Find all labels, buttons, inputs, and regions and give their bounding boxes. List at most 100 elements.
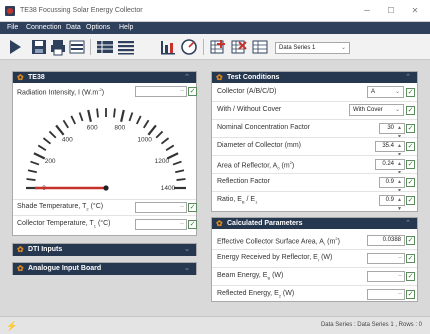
spinner-icon[interactable]: ▲▼	[396, 196, 403, 214]
chart-icon[interactable]	[159, 38, 177, 56]
collector-checkbox[interactable]: ✓	[406, 88, 415, 97]
table-view-icon[interactable]	[96, 38, 114, 56]
menu-connection[interactable]: Connection	[26, 24, 61, 31]
delete-column-icon[interactable]	[230, 38, 248, 56]
collector-diameter-field[interactable]: 35.4▲▼	[375, 141, 405, 158]
title-bar: TE38 Focussing Solar Energy Collector – …	[0, 0, 430, 22]
close-button[interactable]: ✕	[404, 3, 426, 18]
menu-file[interactable]: File	[7, 24, 18, 31]
energy-received-checkbox[interactable]: ✓	[406, 254, 415, 263]
effective-area-checkbox[interactable]: ✓	[406, 236, 415, 245]
calculated-parameters-title: Calculated Parameters	[227, 220, 303, 227]
ratio-checkbox[interactable]: ✓	[406, 196, 415, 205]
concentration-factor-field[interactable]: 30▲▼	[379, 123, 405, 140]
reflection-factor-label: Reflection Factor	[217, 178, 270, 185]
shade-temperature-label: Shade Temperature, T2 (°C)	[17, 203, 104, 212]
gauge-pivot	[103, 185, 109, 191]
import-icon[interactable]	[68, 38, 86, 56]
reflection-factor-checkbox[interactable]: ✓	[406, 178, 415, 187]
gauge-tick	[143, 119, 150, 129]
gauge-tick	[30, 160, 40, 166]
collector-diameter-checkbox[interactable]: ✓	[406, 142, 415, 151]
beam-energy-label: Beam Energy, EB (W)	[217, 272, 284, 281]
reflector-area-field[interactable]: 0.24▲▼	[375, 159, 405, 176]
gauge-tick	[26, 178, 36, 181]
gauge-tick	[78, 112, 84, 122]
menu-options[interactable]: Options	[86, 24, 110, 31]
collapse-icon[interactable]: ⌃	[405, 219, 411, 227]
shade-temperature-field: --	[135, 202, 187, 213]
toolbar-separator	[203, 39, 204, 55]
collector-temperature-checkbox[interactable]: ✓	[188, 220, 197, 229]
collapse-icon[interactable]: ⌃	[184, 73, 190, 81]
row-divider	[212, 191, 417, 192]
gauge-tick	[160, 137, 170, 145]
gear-icon: ✿	[216, 73, 223, 82]
analogue-input-title: Analogue Input Board	[28, 265, 102, 272]
gear-icon: ✿	[17, 264, 24, 273]
row-divider	[212, 137, 417, 138]
data-series-icon[interactable]	[251, 38, 269, 56]
maximize-button[interactable]: ☐	[380, 3, 402, 18]
reflected-energy-label: Reflected Energy, E2 (W)	[217, 290, 295, 299]
ratio-label: Ratio, EB / E1	[217, 196, 258, 205]
menu-help[interactable]: Help	[119, 24, 133, 31]
print-icon[interactable]	[49, 38, 67, 56]
radiation-intensity-checkbox[interactable]: ✓	[188, 87, 197, 96]
shade-temperature-checkbox[interactable]: ✓	[188, 203, 197, 212]
reflected-energy-checkbox[interactable]: ✓	[406, 290, 415, 299]
gauge-tick	[113, 108, 116, 118]
row-divider	[13, 199, 196, 200]
dti-inputs-title: DTI Inputs	[28, 246, 63, 253]
cover-label: With / Without Cover	[217, 106, 282, 113]
collector-temperature-field: --	[135, 219, 187, 230]
data-series-select[interactable]: Data Series 1 ⌄	[275, 42, 350, 54]
add-column-icon[interactable]	[209, 38, 227, 56]
reflection-factor-field[interactable]: 0.9▲▼	[379, 177, 405, 194]
gauge-icon[interactable]	[180, 38, 198, 56]
chevron-down-icon: ⌄	[394, 89, 400, 95]
te38-panel-header[interactable]: ✿ TE38 ⌃	[13, 72, 196, 83]
gauge-tick-label: 600	[87, 125, 98, 132]
dti-inputs-panel[interactable]: ✿ DTI Inputs ⌄	[12, 243, 197, 256]
chevron-down-icon: ⌄	[394, 107, 400, 113]
te38-panel-title: TE38	[28, 74, 45, 81]
beam-energy-field: --	[367, 271, 405, 282]
reflected-energy-field: --	[367, 289, 405, 300]
minimize-button[interactable]: –	[356, 3, 378, 18]
analogue-input-panel[interactable]: ✿ Analogue Input Board ⌄	[12, 262, 197, 275]
gauge-tick	[27, 169, 37, 174]
gauge-tick-label: 1000	[137, 137, 152, 144]
collector-diameter-label: Diameter of Collector (mm)	[217, 142, 302, 149]
gauge-tick	[87, 109, 92, 122]
row-divider	[212, 155, 417, 156]
gear-icon: ✿	[216, 219, 223, 228]
toolbar: Data Series 1 ⌄	[0, 34, 430, 60]
row-divider	[13, 215, 196, 216]
cover-checkbox[interactable]: ✓	[406, 106, 415, 115]
collector-select[interactable]: A ⌄	[367, 86, 404, 98]
list-view-icon[interactable]	[117, 38, 135, 56]
gauge-tick	[155, 130, 164, 139]
calculated-parameters-header[interactable]: ✿ Calculated Parameters ⌃	[212, 218, 417, 229]
expand-icon[interactable]: ⌄	[184, 245, 190, 253]
spinner-icon[interactable]: ▲▼	[396, 178, 403, 196]
ratio-field[interactable]: 0.9 ▲ ▼	[379, 195, 405, 212]
gauge-tick	[120, 109, 125, 122]
save-icon[interactable]	[30, 38, 48, 56]
analogue-input-header[interactable]: ✿ Analogue Input Board ⌄	[13, 263, 196, 275]
cover-select[interactable]: With Cover ⌄	[349, 104, 404, 116]
expand-icon[interactable]: ⌄	[184, 264, 190, 272]
test-conditions-header[interactable]: ✿ Test Conditions ⌃	[212, 72, 417, 83]
beam-energy-checkbox[interactable]: ✓	[406, 272, 415, 281]
spinner-icon[interactable]: ▲▼	[396, 124, 403, 142]
menu-data[interactable]: Data	[66, 24, 81, 31]
spinner-icon[interactable]: ▲▼	[396, 142, 403, 160]
collapse-icon[interactable]: ⌃	[405, 73, 411, 81]
play-icon[interactable]	[6, 38, 24, 56]
concentration-factor-checkbox[interactable]: ✓	[406, 124, 415, 133]
spinner-icon[interactable]: ▲▼	[396, 160, 403, 178]
dti-inputs-header[interactable]: ✿ DTI Inputs ⌄	[13, 244, 196, 256]
app-icon	[5, 6, 15, 16]
reflector-area-checkbox[interactable]: ✓	[406, 160, 415, 169]
